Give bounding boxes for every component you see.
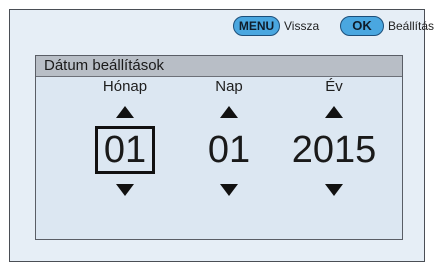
back-hint[interactable]: MENU Vissza (233, 16, 319, 36)
day-label: Nap (215, 78, 243, 95)
day-down-arrow-icon[interactable] (220, 184, 238, 196)
year-value[interactable]: 2015 (292, 126, 377, 174)
month-column: Hónap 01 (83, 78, 167, 196)
camera-screen: MENU Vissza OK Beállítás Dátum beállítás… (9, 9, 434, 262)
month-down-arrow-icon[interactable] (116, 184, 134, 196)
month-value[interactable]: 01 (94, 126, 156, 174)
set-hint[interactable]: OK Beállítás (340, 16, 434, 36)
panel-title: Dátum beállítások (36, 56, 402, 77)
year-label: Év (325, 78, 343, 95)
day-value[interactable]: 01 (208, 126, 250, 174)
ok-key-badge: OK (340, 16, 384, 36)
year-down-arrow-icon[interactable] (325, 184, 343, 196)
date-settings-panel: Dátum beállítások Hónap 01 Nap 01 Év 201… (35, 55, 403, 240)
menu-key-badge: MENU (233, 16, 280, 36)
day-column: Nap 01 (189, 78, 269, 196)
month-label: Hónap (102, 78, 148, 95)
back-label: Vissza (284, 19, 320, 33)
day-up-arrow-icon[interactable] (220, 106, 238, 118)
set-label: Beállítás (388, 19, 435, 33)
year-up-arrow-icon[interactable] (325, 106, 343, 118)
month-up-arrow-icon[interactable] (116, 106, 134, 118)
year-column: Év 2015 (274, 78, 394, 196)
button-hints-bar: MENU Vissza OK Beállítás (10, 10, 434, 42)
